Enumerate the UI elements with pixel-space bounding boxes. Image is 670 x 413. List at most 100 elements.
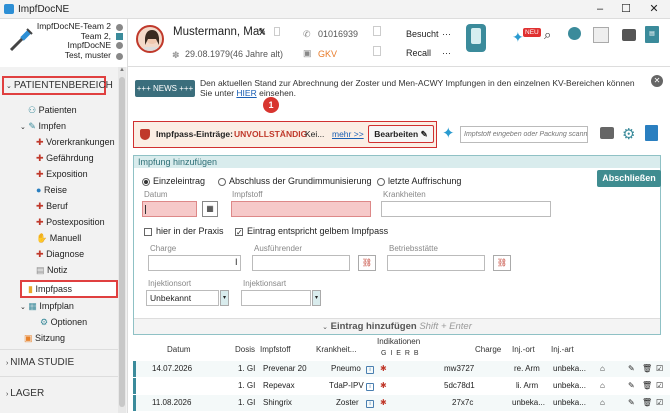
pencil-icon[interactable]: ✎ <box>628 381 635 390</box>
sidebar-item-manuell[interactable]: ✋ Manuell <box>36 231 81 245</box>
radio-einzel[interactable]: Einzeleintrag <box>142 176 205 186</box>
col-krankheit[interactable]: Krankheit... <box>316 345 356 354</box>
col-injort[interactable]: Inj.-ort <box>512 345 535 354</box>
search-icon[interactable]: ⌕ <box>544 27 551 43</box>
settings-gear-icon[interactable]: ⚙ <box>622 125 635 143</box>
pencil-icon[interactable]: ✎ <box>628 398 635 407</box>
sidebar-item-impfplan[interactable]: ⌄ ▦ Impfplan <box>20 299 74 313</box>
add-entry-label: Eintrag hinzufügen <box>330 321 417 332</box>
col-datum[interactable]: Datum <box>167 345 191 354</box>
news-message-end: einsehen. <box>259 88 296 98</box>
job-icon: ✚ <box>36 201 44 211</box>
ai-sparkle-icon[interactable]: ✦ <box>442 124 455 142</box>
site-input[interactable] <box>387 255 485 271</box>
info-icon[interactable]: i <box>366 383 374 391</box>
table-row[interactable]: 1. GI Repevax TdaP-IPV i ✱ 5dc78d1 li. A… <box>133 378 670 394</box>
checkbox-gelb[interactable]: ✓ Eintrag entspricht gelbem Impfpass <box>235 226 388 236</box>
trash-icon[interactable]: 🗑 <box>642 364 652 373</box>
trash-icon[interactable]: 🗑 <box>642 381 652 390</box>
documents-icon[interactable] <box>593 27 609 43</box>
home-icon[interactable]: ⌂ <box>600 381 605 390</box>
sidebar-item-exposition[interactable]: ✚ Exposition <box>36 167 88 181</box>
col-dosis[interactable]: Dosis <box>235 345 255 354</box>
team-icon[interactable] <box>116 24 123 31</box>
col-charge[interactable]: Charge <box>475 345 501 354</box>
checkbox-icon[interactable]: ☑ <box>656 381 663 390</box>
link-site-icon[interactable]: ⛓ <box>493 255 511 271</box>
sidebar-item-gefaehrdung[interactable]: ✚ Gefährdung <box>36 151 94 165</box>
maximize-button[interactable]: ☐ <box>618 2 634 16</box>
sidebar-scrollbar[interactable]: ▲ <box>118 67 126 413</box>
sidebar-item-diagnose[interactable]: ✚ Diagnose <box>36 247 84 261</box>
info-icon[interactable]: i <box>366 366 374 374</box>
checkbox-icon[interactable]: ☑ <box>656 398 663 407</box>
home-icon[interactable]: ⌂ <box>600 364 605 373</box>
sidebar-item-sitzung[interactable]: ▣ Sitzung <box>24 331 65 345</box>
radio-auffrischung[interactable]: letzte Auffrischung <box>377 176 461 186</box>
phone-copy-icon[interactable] <box>373 26 381 36</box>
info-icon[interactable]: i <box>366 400 374 408</box>
add-user-icon[interactable] <box>568 27 581 40</box>
sidebar-item-reise[interactable]: ● Reise <box>36 183 67 197</box>
sidebar-section-patient[interactable]: ⌄ PATIENTENBEREICH <box>6 79 113 93</box>
col-indikationen[interactable]: Indikationen <box>377 337 420 346</box>
minimize-button[interactable]: – <box>592 2 608 16</box>
executor-input[interactable] <box>252 255 350 271</box>
finish-button[interactable]: Abschließen <box>597 170 661 187</box>
edit-impfpass-button[interactable]: Bearbeiten ✎ <box>368 125 434 143</box>
col-impfstoff[interactable]: Impfstoff <box>260 345 291 354</box>
checkbox-praxis[interactable]: hier in der Praxis <box>144 226 224 236</box>
home-icon[interactable] <box>116 33 123 40</box>
user-icon[interactable] <box>116 53 123 60</box>
scanner-icon[interactable] <box>600 127 614 139</box>
sidebar-item-vorerkrankungen[interactable]: ✚ Vorerkrankungen <box>36 135 115 149</box>
close-window-button[interactable]: ✕ <box>646 2 662 16</box>
col-injart[interactable]: Inj.-art <box>551 345 574 354</box>
chevron-down-icon[interactable]: ▾ <box>312 290 321 306</box>
export-file-icon[interactable] <box>645 125 658 141</box>
copy-icon[interactable] <box>274 27 280 36</box>
add-entry-button[interactable]: ⌄ Eintrag hinzufügen Shift + Enter <box>134 318 660 334</box>
diseases-input[interactable] <box>381 201 551 217</box>
insurance-card-icon[interactable] <box>373 46 381 56</box>
sidebar-item-notiz[interactable]: ▤ Notiz <box>36 263 68 277</box>
trash-icon[interactable]: 🗑 <box>642 398 652 407</box>
pdf-export-icon[interactable]: ▤ <box>645 26 659 43</box>
home-icon[interactable]: ⌂ <box>600 398 605 407</box>
section-lager-label: LAGER <box>10 388 45 399</box>
edit-patient-pencil-icon[interactable]: ✎ <box>258 27 266 38</box>
sparkle-icon[interactable]: ✦ <box>512 29 524 46</box>
avatar[interactable] <box>136 25 164 53</box>
vaccine-input[interactable] <box>231 201 371 217</box>
news-link[interactable]: HIER <box>236 88 256 98</box>
sidebar-item-impfpass[interactable]: ▮ Impfpass <box>28 282 72 296</box>
sidebar-item-optionen[interactable]: ⚙ Optionen <box>40 315 87 329</box>
warn-more-link[interactable]: mehr >> <box>332 129 364 139</box>
chevron-down-icon[interactable]: ▾ <box>220 290 229 306</box>
close-news-icon[interactable]: ✕ <box>651 75 663 87</box>
sidebar-item-patienten[interactable]: ⚇ Patienten <box>28 103 77 117</box>
cell-injort: unbeka... <box>512 398 545 407</box>
date-input[interactable] <box>142 201 197 217</box>
printer-icon[interactable] <box>622 29 636 41</box>
calendar-icon[interactable]: ▦ <box>202 201 218 217</box>
vaccine-search-input[interactable] <box>460 126 588 143</box>
radio-grundimmun[interactable]: Abschluss der Grundimmunisierung <box>218 176 372 186</box>
table-row[interactable]: 11.08.2026 1. GI Shingrix Zoster i ✱ 27x… <box>133 395 670 411</box>
sidebar-item-beruf[interactable]: ✚ Beruf <box>36 199 68 213</box>
mobile-device-icon[interactable] <box>466 24 486 52</box>
sidebar-section-nima[interactable]: › NIMA STUDIE <box>6 356 74 370</box>
injection-site-select[interactable]: Unbekannt <box>146 290 219 306</box>
charge-input[interactable]: I <box>148 255 241 271</box>
table-row[interactable]: 14.07.2026 1. GI Prevenar 20 Pneumo i ✱ … <box>133 361 670 377</box>
add-entry-shortcut: Shift + Enter <box>419 321 472 332</box>
injection-type-select[interactable] <box>241 290 311 306</box>
sidebar-item-impfen[interactable]: ⌄ ✎ Impfen <box>20 119 66 133</box>
pencil-icon[interactable]: ✎ <box>628 364 635 373</box>
sidebar-item-postexposition[interactable]: ✚ Postexposition <box>36 215 105 229</box>
checkbox-icon[interactable]: ☑ <box>656 364 663 373</box>
link-executor-icon[interactable]: ⛓ <box>358 255 376 271</box>
sidebar-section-lager[interactable]: › LAGER <box>6 387 44 401</box>
shield-warning-icon <box>140 129 150 140</box>
practice-icon[interactable] <box>116 42 123 49</box>
